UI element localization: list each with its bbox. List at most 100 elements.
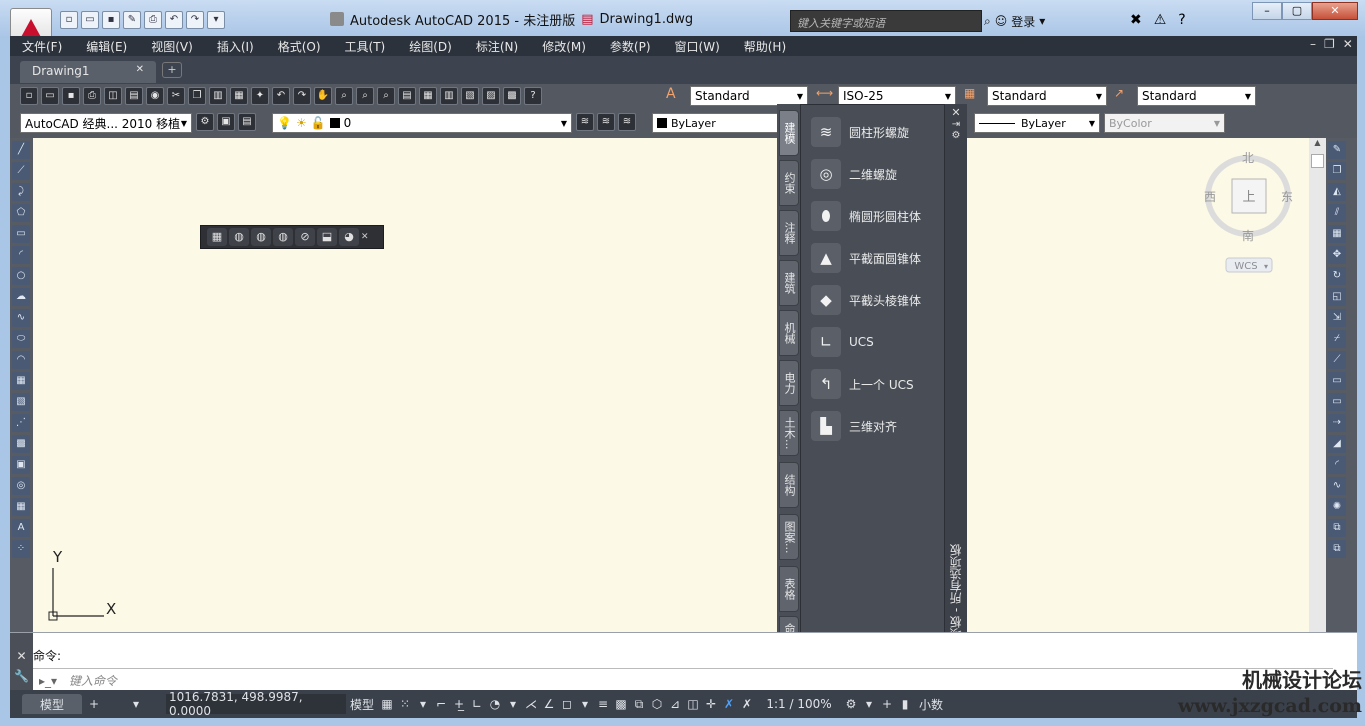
- walk-icon[interactable]: ◕: [339, 228, 359, 246]
- viewcube[interactable]: 上 北 南 西 东 WCS ▾: [1196, 148, 1300, 276]
- scale-icon[interactable]: ◱: [1328, 288, 1346, 306]
- zoom-previous-icon[interactable]: ⌕: [377, 87, 395, 105]
- mirror-icon[interactable]: ◭: [1328, 183, 1346, 201]
- selection-filter-icon[interactable]: ◫: [684, 694, 702, 714]
- compass-east[interactable]: 东: [1281, 190, 1293, 204]
- zoom-realtime-icon[interactable]: ⌕: [335, 87, 353, 105]
- open-icon[interactable]: ▭: [41, 87, 59, 105]
- extend-icon[interactable]: ⟋: [1328, 351, 1346, 369]
- palette-item-pyramid-frustum[interactable]: ◆ 平截头棱锥体: [811, 281, 941, 319]
- vertical-scrollbar[interactable]: ▲: [1309, 138, 1326, 632]
- mtext-icon[interactable]: A: [12, 519, 30, 537]
- compass-west[interactable]: 西: [1204, 190, 1216, 204]
- menu-file[interactable]: 文件(F): [10, 38, 74, 55]
- trim-icon[interactable]: ⌿: [1328, 330, 1346, 348]
- publish-icon[interactable]: ▤: [125, 87, 143, 105]
- palette-tab-constraints[interactable]: 约束: [779, 160, 799, 206]
- new-icon[interactable]: ▫: [20, 87, 38, 105]
- palette-tab-civil[interactable]: 土木...: [779, 410, 799, 456]
- calculator-icon[interactable]: ▩: [503, 87, 521, 105]
- gradient-icon[interactable]: ▣: [12, 456, 30, 474]
- plotstyle-select[interactable]: ByColor ▼: [1104, 113, 1225, 133]
- plot-icon[interactable]: ⎙: [83, 87, 101, 105]
- add-selected-icon[interactable]: ⁘: [12, 540, 30, 558]
- ortho-icon[interactable]: ∟: [468, 694, 486, 714]
- stretch-icon[interactable]: ⇲: [1328, 309, 1346, 327]
- osnap-menu-icon[interactable]: ▾: [576, 694, 594, 714]
- construction-line-icon[interactable]: ⟋: [12, 162, 30, 180]
- minimize-button[interactable]: –: [1252, 2, 1282, 20]
- blend-icon[interactable]: ∿: [1328, 477, 1346, 495]
- rectangle-icon[interactable]: ▭: [12, 225, 30, 243]
- hatch-icon[interactable]: ▩: [12, 435, 30, 453]
- model-space-toggle[interactable]: 模型: [346, 694, 378, 714]
- table-style-select[interactable]: Standard ▼: [987, 86, 1107, 106]
- open-file-icon[interactable]: ▭: [81, 11, 99, 29]
- gizmo-icon[interactable]: ✛: [702, 694, 720, 714]
- menu-modify[interactable]: 修改(M): [530, 38, 598, 55]
- 3d-print-icon[interactable]: ◉: [146, 87, 164, 105]
- selection-cycling-icon[interactable]: ⧉: [630, 694, 648, 714]
- close-button[interactable]: ✕: [1312, 2, 1358, 20]
- lineweight-icon[interactable]: ≡: [594, 694, 612, 714]
- explode-icon[interactable]: ✺: [1328, 498, 1346, 516]
- break-at-point-icon[interactable]: ▭: [1328, 372, 1346, 390]
- palette-tab-tables[interactable]: 表格: [779, 566, 799, 612]
- copy-icon[interactable]: ❐: [188, 87, 206, 105]
- sheet-set-icon[interactable]: ▧: [461, 87, 479, 105]
- compass-north[interactable]: 北: [1242, 151, 1254, 165]
- doc-close-icon[interactable]: ✕: [1343, 37, 1353, 51]
- adjust-distance-icon[interactable]: ⊘: [295, 228, 315, 246]
- exchange-icon[interactable]: ✖: [1130, 12, 1142, 28]
- palette-tab-modeling[interactable]: 建模: [779, 110, 799, 156]
- tool-palettes-icon[interactable]: ▥: [440, 87, 458, 105]
- region-icon[interactable]: ◎: [12, 477, 30, 495]
- layout-menu-icon[interactable]: ▾: [106, 694, 166, 714]
- palette-tab-electrical[interactable]: 电力: [779, 360, 799, 406]
- preview-icon[interactable]: ◫: [104, 87, 122, 105]
- palette-item-ucs-previous[interactable]: ↰ 上一个 UCS: [811, 365, 941, 403]
- scroll-up-icon[interactable]: ▲: [1309, 138, 1326, 152]
- infer-constraints-icon[interactable]: ⌐: [432, 694, 450, 714]
- auto-hide-icon[interactable]: ⇥: [945, 119, 967, 130]
- palette-item-3d-align[interactable]: ▙ 三维对齐: [811, 407, 941, 445]
- view-cube-icon[interactable]: ▦: [207, 228, 227, 246]
- tab-drawing1[interactable]: Drawing1 ✕: [20, 61, 156, 83]
- line-icon[interactable]: ╱: [12, 141, 30, 159]
- annotation-visibility-icon[interactable]: ✗: [720, 694, 738, 714]
- layer-previous-icon[interactable]: ≋: [597, 113, 615, 131]
- command-prompt-icon[interactable]: ▸_▾: [39, 674, 57, 688]
- erase-icon[interactable]: ✎: [1328, 141, 1346, 159]
- orbit-icon[interactable]: ◍: [229, 228, 249, 246]
- point-icon[interactable]: ⋰: [12, 414, 30, 432]
- polar-menu-icon[interactable]: ▾: [504, 694, 522, 714]
- dynamic-ucs-icon[interactable]: ⊿: [666, 694, 684, 714]
- close-tab-icon[interactable]: ✕: [136, 64, 144, 75]
- search-input[interactable]: 键入关键字或短语: [790, 10, 982, 32]
- ellipse-icon[interactable]: ⬭: [12, 330, 30, 348]
- swivel-icon[interactable]: ⬓: [317, 228, 337, 246]
- rotate-icon[interactable]: ↻: [1328, 267, 1346, 285]
- free-orbit-icon[interactable]: ◍: [251, 228, 271, 246]
- paste-icon[interactable]: ▥: [209, 87, 227, 105]
- binoculars-icon[interactable]: ⌕: [984, 14, 991, 29]
- annotation-scale[interactable]: 1:1 / 100%: [756, 694, 842, 714]
- menu-parametric[interactable]: 参数(P): [598, 38, 663, 55]
- palette-tab-mechanical[interactable]: 机械: [779, 310, 799, 356]
- units-readout[interactable]: 小数: [914, 694, 948, 714]
- palette-tab-structural[interactable]: 结构: [779, 462, 799, 508]
- linetype-select[interactable]: ByLayer ▼: [974, 113, 1100, 133]
- menu-help[interactable]: 帮助(H): [732, 38, 798, 55]
- maximize-button[interactable]: ▢: [1282, 2, 1312, 20]
- palette-tab-annotation[interactable]: 注释: [779, 210, 799, 256]
- command-input[interactable]: ▸_▾ 键入命令: [33, 668, 1333, 689]
- make-block-icon[interactable]: ▧: [12, 393, 30, 411]
- menu-window[interactable]: 窗口(W): [663, 38, 732, 55]
- osnap-icon[interactable]: ◻: [558, 694, 576, 714]
- palette-item-ucs[interactable]: ∟ UCS: [811, 323, 941, 361]
- command-window-handle[interactable]: ✕ 🔧: [10, 633, 33, 691]
- draw-order-icon[interactable]: ⧉: [1328, 519, 1346, 537]
- cut-icon[interactable]: ✂: [167, 87, 185, 105]
- join-icon[interactable]: ⇢: [1328, 414, 1346, 432]
- polyline-icon[interactable]: ⤸: [12, 183, 30, 201]
